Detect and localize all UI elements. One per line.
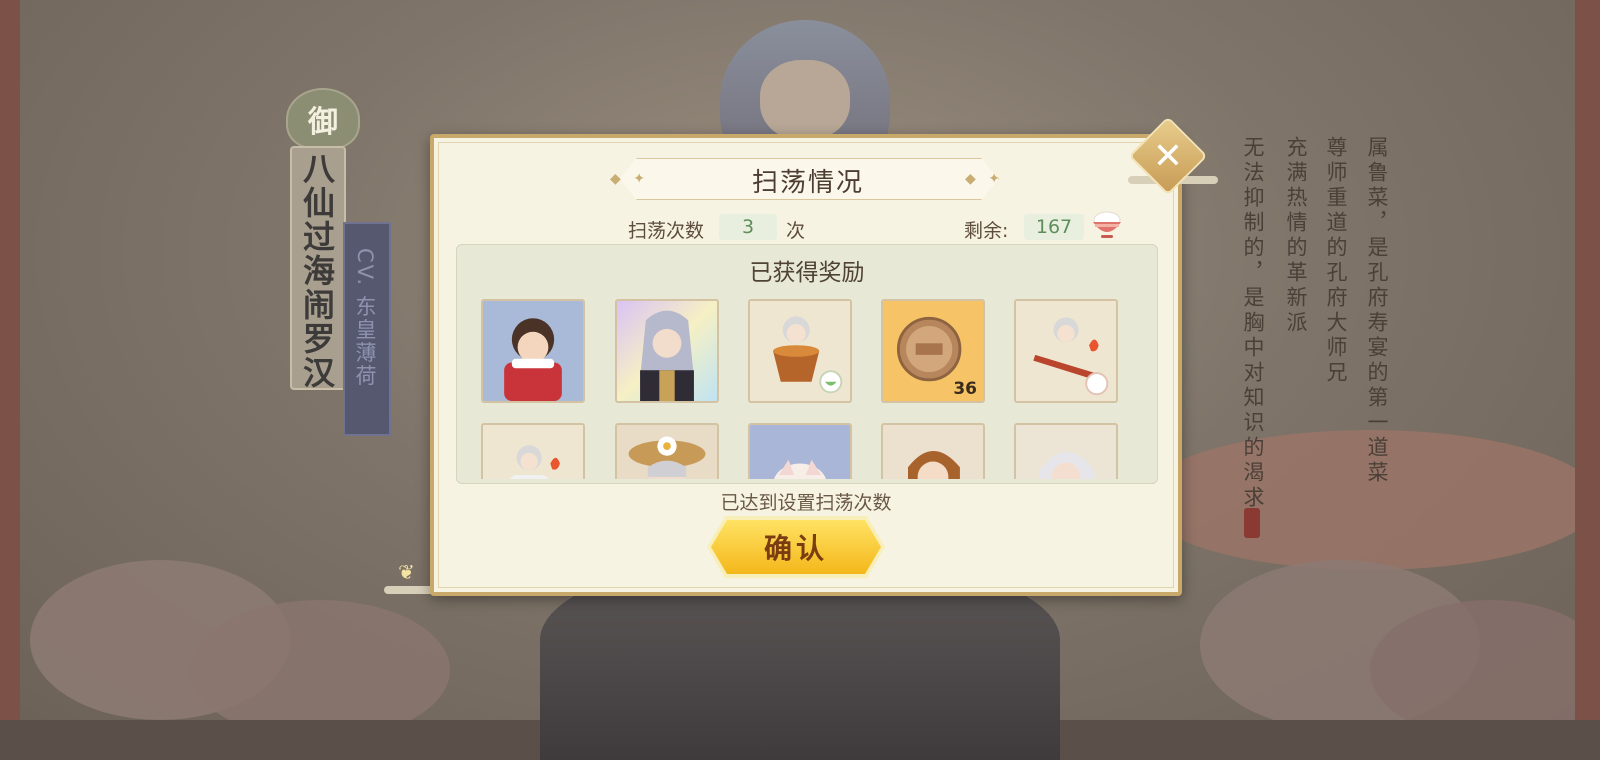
- character-portrait-icon: [617, 425, 717, 479]
- character-face: [760, 60, 850, 140]
- description-line-3: 充满热情的革新派: [1284, 136, 1308, 336]
- reward-item[interactable]: [615, 299, 719, 403]
- chibi-item-icon: [1016, 301, 1116, 401]
- character-portrait-icon: [617, 301, 717, 401]
- sweep-count-unit: 次: [786, 220, 806, 242]
- dish-grade-badge: 御: [286, 88, 360, 150]
- reward-item[interactable]: 36: [881, 299, 985, 403]
- dish-name: 八仙过海闹罗汉: [298, 152, 336, 390]
- reward-item[interactable]: [481, 299, 585, 403]
- butterfly-icon: ❦: [398, 560, 415, 584]
- reward-panel: 已获得奖励 36: [456, 244, 1158, 484]
- reward-item[interactable]: [748, 299, 852, 403]
- voice-actor-label: CV. 东皇薄荷: [353, 248, 377, 388]
- description-line-4: 无法抑制的，是胸中对知识的渴求: [1241, 136, 1265, 511]
- remaining-label: 剩余:: [964, 220, 1009, 242]
- chibi-item-icon: [750, 301, 850, 401]
- confirm-button[interactable]: 确认: [711, 520, 881, 574]
- remaining-value: 167: [1035, 216, 1073, 238]
- reward-count: 36: [953, 379, 977, 399]
- reward-item[interactable]: [748, 423, 852, 479]
- seal-stamp: [1244, 508, 1260, 538]
- reward-item[interactable]: [881, 423, 985, 479]
- character-portrait-icon: [483, 301, 583, 401]
- bun-icon: [750, 425, 850, 479]
- description-line-2: 尊师重道的孔府大师兄: [1324, 136, 1348, 386]
- character-portrait-icon: [883, 425, 983, 479]
- reward-panel-title: 已获得奖励: [749, 260, 865, 286]
- rice-bowl-icon: [1093, 211, 1121, 238]
- reward-item[interactable]: [615, 423, 719, 479]
- sweep-count-label: 扫荡次数: [628, 220, 705, 242]
- reward-item[interactable]: [481, 423, 585, 479]
- reward-item[interactable]: [1014, 299, 1118, 403]
- character-portrait-icon: [1016, 425, 1116, 479]
- sweep-result-dialog: 扫荡情况 扫荡次数 3 次 剩余: 167 已获得奖励: [430, 134, 1182, 596]
- chibi-item-icon: [483, 425, 583, 479]
- sweep-status-text: 已达到设置扫荡次数: [720, 492, 892, 514]
- reward-grid[interactable]: 36: [481, 299, 1141, 479]
- confirm-button-label: 确认: [763, 532, 828, 565]
- dialog-title: 扫荡情况: [751, 168, 864, 198]
- background-wave: [1140, 430, 1575, 570]
- sweep-count-value: 3: [741, 216, 755, 238]
- description-line-1: 属鲁菜，是孔府寿宴的第一道菜: [1365, 136, 1389, 486]
- reward-item[interactable]: [1014, 423, 1118, 479]
- close-icon[interactable]: ✕: [1140, 128, 1196, 184]
